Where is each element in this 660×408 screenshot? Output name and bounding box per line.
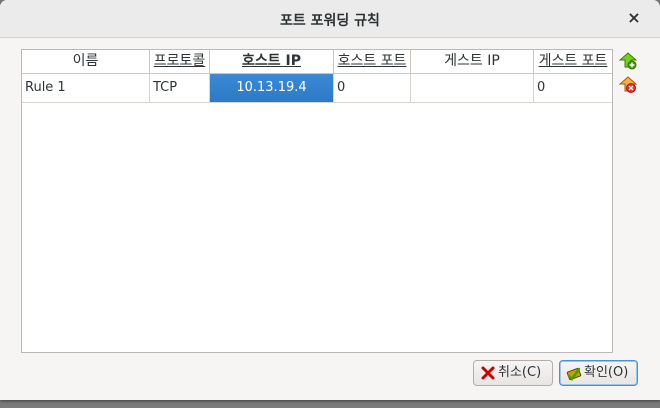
column-header-name[interactable]: 이름 — [22, 50, 150, 73]
table-row[interactable]: Rule 1 TCP 10.13.19.4 0 0 — [22, 74, 612, 103]
table-header: 이름 프로토콜 호스트 IP 호스트 포트 게스트 IP 게스트 포트 — [22, 50, 612, 74]
remove-rule-icon[interactable] — [618, 76, 638, 94]
cell-host-port[interactable]: 0 — [334, 74, 411, 102]
dialog-title: 포트 포워딩 규칙 — [280, 13, 380, 29]
add-rule-icon[interactable] — [618, 52, 638, 70]
ok-label: 확인(O) — [584, 365, 629, 380]
cell-host-ip[interactable]: 10.13.19.4 — [210, 74, 334, 102]
port-forwarding-dialog: 포트 포워딩 규칙 × 이름 프로토콜 호스트 IP 호스트 포트 게스트 IP… — [0, 0, 660, 400]
ok-button[interactable]: 확인(O) — [559, 360, 638, 386]
cancel-label: 취소(C) — [498, 365, 542, 380]
cell-guest-ip[interactable] — [411, 74, 534, 102]
column-header-host-port[interactable]: 호스트 포트 — [334, 50, 411, 73]
close-button[interactable]: × — [626, 9, 642, 27]
title-bar: 포트 포워딩 규칙 × — [0, 0, 660, 38]
column-header-guest-ip[interactable]: 게스트 IP — [411, 50, 534, 73]
cell-guest-port[interactable]: 0 — [534, 74, 612, 102]
cell-protocol[interactable]: TCP — [150, 74, 210, 102]
cancel-button[interactable]: 취소(C) — [473, 360, 553, 386]
cell-name[interactable]: Rule 1 — [22, 74, 150, 102]
rules-table: 이름 프로토콜 호스트 IP 호스트 포트 게스트 IP 게스트 포트 Rule… — [21, 49, 613, 353]
column-header-guest-port[interactable]: 게스트 포트 — [534, 50, 612, 73]
ok-icon — [566, 365, 582, 381]
cancel-icon — [480, 365, 496, 381]
column-header-host-ip[interactable]: 호스트 IP — [210, 50, 334, 73]
column-header-protocol[interactable]: 프로토콜 — [150, 50, 210, 73]
